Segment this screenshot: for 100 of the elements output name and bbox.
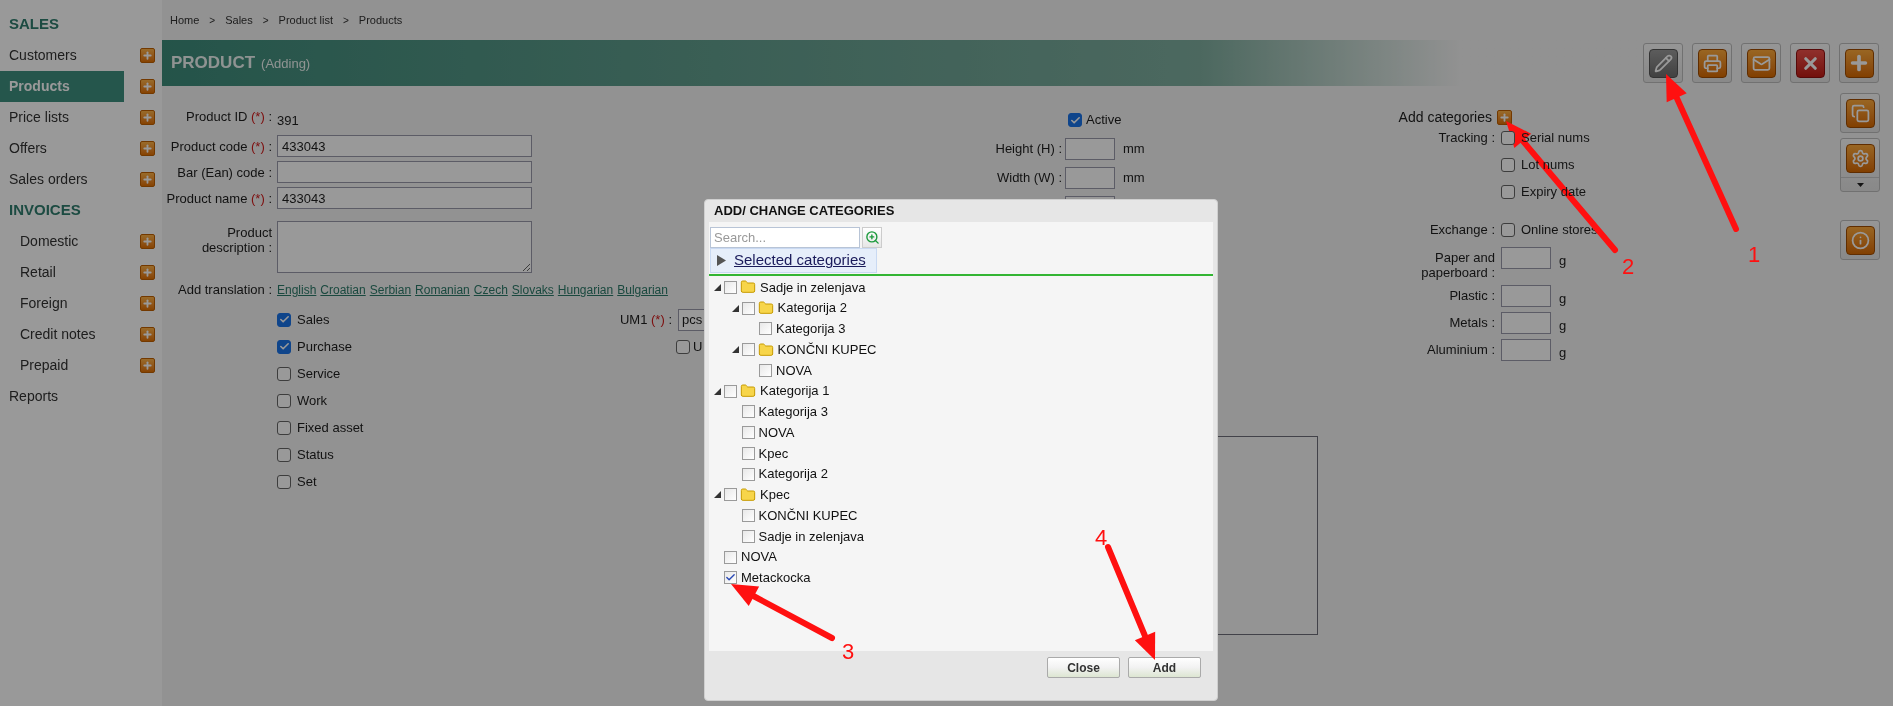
add-button[interactable]: Add [1128,657,1201,678]
checkbox[interactable] [277,393,291,408]
sidebar-item[interactable]: Prepaid [0,350,124,381]
expand-icon[interactable] [714,491,721,499]
checkbox[interactable] [277,474,291,489]
add-button[interactable] [140,296,155,311]
tree-item[interactable]: Kpec [758,443,789,464]
checkbox[interactable] [724,550,737,564]
breadcrumb-link[interactable]: Home [170,11,200,29]
breadcrumb-link[interactable]: Product list [278,11,333,29]
checkbox[interactable] [724,280,737,294]
print-button[interactable] [1692,43,1732,83]
tree-item[interactable]: Kategorija 1 [760,381,830,401]
sidebar-item[interactable]: Offers [0,133,124,164]
tree-item[interactable]: NOVA [776,360,812,381]
input-field[interactable] [1065,167,1115,189]
tree-item[interactable]: Kpec [760,485,790,505]
sidebar-item[interactable]: Price lists [0,102,124,133]
input-field[interactable] [1501,312,1551,334]
add-button[interactable] [1497,109,1512,125]
tree-item[interactable]: Kategorija 3 [776,319,846,339]
checkbox[interactable] [741,509,755,523]
expand-icon[interactable] [714,387,721,395]
checkbox[interactable] [277,420,291,435]
checkbox[interactable] [277,447,291,462]
checkbox[interactable] [741,467,755,481]
input-field[interactable]: 433043 [277,135,532,157]
tree-item[interactable]: NOVA [741,547,777,567]
sidebar-item[interactable]: Retail [0,257,124,288]
add-button[interactable] [1839,43,1879,83]
sidebar-item[interactable]: Reports [0,381,124,412]
checkbox[interactable] [724,571,737,585]
language-link[interactable]: Slovaks [511,281,554,299]
settings-button[interactable] [1840,138,1880,192]
language-link[interactable]: Croatian [320,281,366,299]
language-link[interactable]: Czech [473,281,508,299]
add-button[interactable] [140,358,155,373]
input-field[interactable] [1501,339,1551,361]
checkbox[interactable] [741,426,755,440]
checkbox[interactable] [741,446,755,460]
add-button[interactable] [140,234,155,249]
add-button[interactable] [140,172,155,187]
checkbox[interactable] [277,366,291,381]
language-link[interactable]: Serbian [369,281,412,299]
tree-item[interactable]: NOVA [758,422,795,443]
checkbox[interactable] [1501,131,1515,145]
sidebar-item[interactable]: Credit notes [0,319,124,350]
language-link[interactable]: English [277,281,317,299]
description-field[interactable] [277,221,532,273]
tree-item[interactable]: KONČNI KUPEC [777,339,877,360]
checkbox[interactable] [724,384,737,398]
add-button[interactable] [140,265,155,280]
sidebar-item[interactable]: Sales orders [0,164,124,195]
checkbox[interactable] [277,312,291,327]
sidebar-item[interactable]: Foreign [0,288,124,319]
breadcrumb-link[interactable]: Sales [225,11,253,29]
checkbox[interactable] [277,339,291,354]
selected-categories-toggle[interactable]: Selected categories [710,248,877,273]
close-button[interactable]: Close [1047,657,1120,678]
checkbox[interactable] [1501,158,1515,172]
copy-button[interactable] [1840,93,1880,133]
tree-item[interactable]: Sadje in zelenjava [758,526,865,547]
checkbox[interactable] [724,488,737,502]
language-link[interactable]: Romanian [415,281,470,299]
checkbox[interactable] [1501,223,1515,237]
expand-icon[interactable] [731,304,739,312]
checkbox[interactable] [741,405,755,419]
info-button[interactable] [1840,220,1880,260]
input-field[interactable] [1501,285,1551,307]
add-button[interactable] [140,141,155,156]
checkbox[interactable] [741,343,755,357]
search-field[interactable]: Search... [710,227,860,248]
input-field[interactable] [1065,138,1115,160]
tree-item[interactable]: Kategorija 3 [758,402,828,422]
add-button[interactable] [140,48,155,63]
language-link[interactable]: Hungarian [557,281,614,299]
sidebar-item[interactable]: Customers [0,40,124,71]
checkbox[interactable] [741,529,755,543]
email-button[interactable] [1741,43,1781,83]
input-field[interactable]: 433043 [277,187,532,209]
checkbox[interactable] [759,363,772,377]
tree-item[interactable]: Kategorija 2 [758,464,828,484]
expand-icon[interactable] [714,283,721,291]
sidebar-item[interactable]: Domestic [0,226,124,257]
input-field[interactable] [1501,247,1551,269]
checkbox[interactable] [741,301,755,315]
expand-icon[interactable] [731,346,739,354]
add-button[interactable] [140,79,155,94]
delete-button[interactable] [1790,43,1830,83]
input-field[interactable] [277,161,532,183]
checkbox[interactable] [1501,185,1515,199]
search-button[interactable] [862,227,882,248]
language-link[interactable]: Bulgarian [617,281,668,299]
tree-item[interactable]: Sadje in zelenjava [760,277,866,298]
add-button[interactable] [140,327,155,342]
breadcrumb-link[interactable]: Products [358,11,403,29]
add-button[interactable] [140,110,155,125]
checkbox[interactable] [676,339,690,354]
tree-item[interactable]: Metackocka [741,568,811,588]
checkbox[interactable] [1068,113,1082,127]
